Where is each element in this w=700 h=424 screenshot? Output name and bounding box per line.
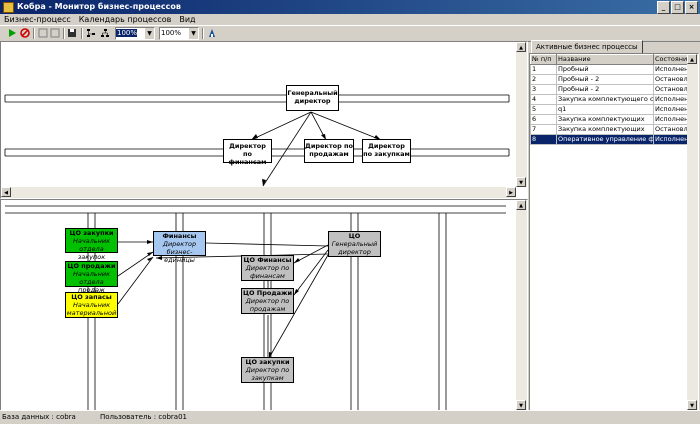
scroll-up-icon[interactable]: ▲ [687, 54, 697, 64]
org-node-sales[interactable]: Директор по продажам [304, 139, 354, 163]
row-number: 4 [530, 94, 557, 105]
tree-icon[interactable] [100, 28, 110, 38]
row-name: Закупка комплектующего со скла [556, 94, 654, 105]
title-bar: Кобра - Монитор бизнес-процессов _ □ × [0, 0, 700, 14]
org-horizontal-scrollbar[interactable]: ◀ ▶ [1, 187, 516, 198]
row-name: Пробный - 2 [556, 74, 654, 85]
minimize-button[interactable]: _ [657, 1, 670, 14]
row-number: 5 [530, 104, 557, 115]
table-row[interactable]: 7Закупка комплектующихОстановлен0 [530, 124, 694, 135]
process-node-inventory-center[interactable]: ЦО запасы Начальник материальной [65, 292, 118, 318]
table-row[interactable]: 4Закупка комплектующего со склаИсполнени… [530, 94, 694, 105]
blank-icon[interactable] [50, 28, 60, 38]
row-state: Остановлен [653, 74, 689, 85]
process-node-sales-center[interactable]: ЦО продажи Начальник отдела продаж [65, 261, 118, 294]
row-name: q1 [556, 104, 654, 115]
window-title: Кобра - Монитор бизнес-процессов [17, 2, 181, 11]
chevron-down-icon[interactable]: ▼ [189, 28, 198, 39]
row-name: Закупка комплектующих [556, 124, 654, 135]
column-header-number[interactable]: № п/п [530, 54, 557, 65]
table-row[interactable]: 8Оперативное управление финансаИсполнени… [530, 134, 694, 145]
row-state: Исполнение [653, 114, 689, 125]
org-vertical-scrollbar[interactable]: ▲ ▼ [516, 42, 527, 187]
tree-icon[interactable] [86, 28, 96, 38]
tab-active-processes[interactable]: Активные бизнес процессы [531, 40, 643, 54]
process-node-finance-center[interactable]: ЦО Финансы Директор по финансам [241, 255, 294, 281]
menu-bar: Бизнес-процесс Календарь процессов Вид [0, 14, 700, 25]
app-icon [3, 2, 14, 13]
status-bar: База данных : cobra Пользователь : cobra… [0, 410, 700, 424]
process-node-purchasing-director-center[interactable]: ЦО закупки Директор по закупкам [241, 357, 294, 383]
grid-vertical-scrollbar[interactable]: ▲ ▼ [687, 54, 698, 410]
row-number: 2 [530, 74, 557, 85]
row-state: Остановлен [653, 124, 689, 135]
scroll-down-icon[interactable]: ▼ [687, 400, 697, 410]
play-icon[interactable] [7, 28, 17, 38]
scroll-down-icon[interactable]: ▼ [516, 177, 526, 187]
menu-process-calendar[interactable]: Календарь процессов [75, 14, 176, 25]
table-row[interactable]: 6Закупка комплектующихИсполнение0 [530, 114, 694, 125]
zoom-value-2: 100% [161, 29, 182, 37]
menu-view[interactable]: Вид [175, 14, 199, 25]
org-chart-pane: Генеральный директор Директор по финанса… [0, 41, 528, 199]
row-state: Исполнение [653, 64, 689, 75]
row-name: Закупка комплектующих [556, 114, 654, 125]
column-header-state[interactable]: Состояние [653, 54, 689, 65]
process-node-general-center[interactable]: ЦО Генеральный директор [328, 231, 381, 257]
row-number: 7 [530, 124, 557, 135]
row-number: 3 [530, 84, 557, 95]
status-database: База данных : cobra [2, 413, 76, 421]
scroll-down-icon[interactable]: ▼ [516, 400, 526, 410]
row-state: Остановлен [653, 84, 689, 95]
row-name: Пробный [556, 64, 654, 75]
row-name: Оперативное управление финанса [556, 134, 654, 145]
close-button[interactable]: × [685, 1, 698, 14]
zoom-icon[interactable] [207, 28, 217, 38]
diagram-vertical-scrollbar[interactable]: ▲ ▼ [516, 200, 527, 410]
scroll-up-icon[interactable]: ▲ [516, 42, 526, 52]
column-header-name[interactable]: Название [556, 54, 654, 65]
stop-icon[interactable] [20, 28, 30, 38]
org-node-purchasing[interactable]: Директор по закупкам [362, 139, 411, 163]
zoom-combo-1[interactable]: 100% ▼ [115, 27, 155, 40]
status-user: Пользователь : cobra01 [100, 413, 188, 421]
org-node-finance[interactable]: Директор по финансам [223, 139, 272, 166]
blank-icon[interactable] [38, 28, 48, 38]
row-name: Пробный - 2 [556, 84, 654, 95]
process-node-purchasing-center[interactable]: ЦО закупки Начальник отдела закупок [65, 228, 118, 261]
scroll-left-icon[interactable]: ◀ [1, 187, 11, 197]
table-row[interactable]: 5q1Исполнение0 [530, 104, 694, 115]
row-number: 1 [530, 64, 557, 75]
process-node-sales-director-center[interactable]: ЦО Продажи Директор по продажам [241, 288, 294, 314]
table-row[interactable]: 1ПробныйИсполнение0 [530, 64, 694, 75]
row-state: Исполнение [653, 134, 689, 145]
scroll-right-icon[interactable]: ▶ [506, 187, 516, 197]
row-state: Исполнение [653, 104, 689, 115]
save-icon[interactable] [67, 28, 77, 38]
table-row[interactable]: 2Пробный - 2Остановлен0 [530, 74, 694, 85]
scroll-up-icon[interactable]: ▲ [516, 200, 526, 210]
org-node-ceo[interactable]: Генеральный директор [286, 85, 339, 111]
zoom-combo-2[interactable]: 100% ▼ [159, 27, 199, 40]
row-number: 6 [530, 114, 557, 125]
zoom-value-1: 100% [116, 29, 138, 37]
active-processes-grid: № п/п Название Состояние К 1ПробныйИспол… [529, 53, 699, 411]
process-node-finance[interactable]: Финансы Директор бизнес-единицы [153, 231, 206, 264]
menu-business-process[interactable]: Бизнес-процесс [0, 14, 75, 25]
chevron-down-icon[interactable]: ▼ [145, 28, 154, 39]
row-number: 8 [530, 134, 557, 145]
row-state: Исполнение [653, 94, 689, 105]
table-row[interactable]: 3Пробный - 2Остановлен0 [530, 84, 694, 95]
process-diagram-pane: ЦО закупки Начальник отдела закупок ЦО пр… [0, 199, 528, 411]
maximize-button[interactable]: □ [671, 1, 684, 14]
